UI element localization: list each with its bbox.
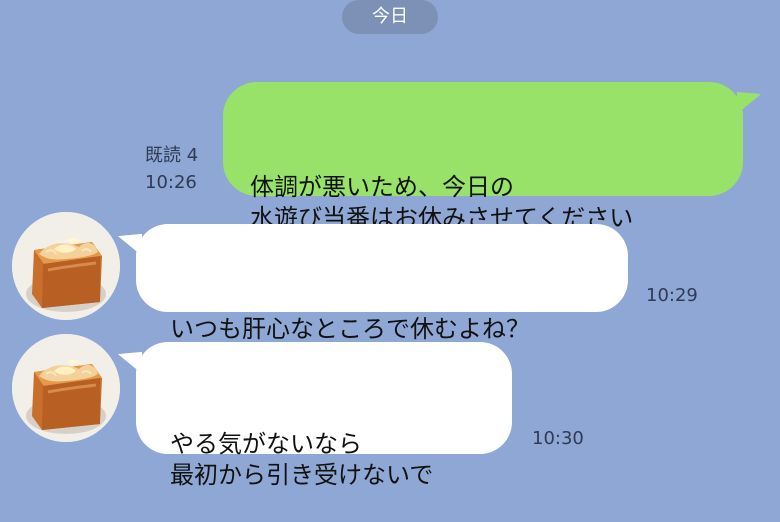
- incoming-message-bubble[interactable]: いつも肝心なところで休むよね？: [118, 224, 628, 343]
- incoming-message-text: やる気がないなら 最初から引き受けないで: [170, 430, 434, 489]
- message-time-outgoing: 10:26: [145, 172, 197, 193]
- outgoing-bubble-tail: [737, 84, 761, 114]
- read-status: 既読 4: [145, 145, 199, 166]
- bread-avatar-icon[interactable]: [12, 212, 120, 320]
- outgoing-message-bubble[interactable]: 体調が悪いため、今日の 水遊び当番はお休みさせてください: [223, 82, 761, 232]
- chat-screen: 今日 既読 4 10:26 体調が悪いため、今日の 水遊び当番はお休みさせてくだ…: [0, 0, 780, 489]
- incoming-bubble-tail: [118, 344, 142, 374]
- incoming-message-bubble[interactable]: やる気がないなら 最初から引き受けないで: [118, 342, 512, 489]
- date-divider: 今日: [342, 0, 438, 34]
- message-time-incoming: 10:29: [646, 285, 698, 306]
- incoming-bubble-tail: [118, 226, 142, 256]
- bread-avatar-icon[interactable]: [12, 334, 120, 442]
- incoming-message-text: いつも肝心なところで休むよね？: [170, 315, 530, 343]
- message-time-incoming: 10:30: [532, 428, 584, 449]
